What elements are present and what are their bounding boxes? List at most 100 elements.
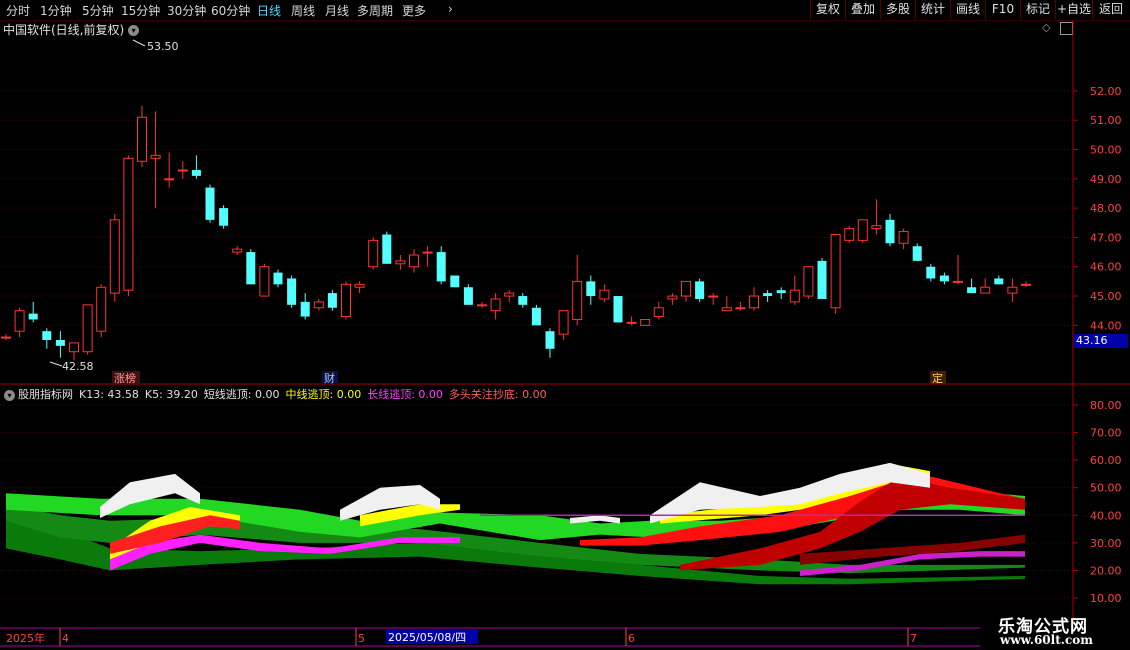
candle-body <box>640 318 651 326</box>
candle-body <box>749 295 759 309</box>
event-tag-1: 财 <box>324 371 335 385</box>
date-tick-label-2: 6 <box>628 632 635 645</box>
watermark-url: www.60lt.com <box>1000 633 1093 647</box>
candle-body <box>259 266 270 297</box>
candle-body <box>368 239 379 268</box>
indicator-tick-label: 10.00 <box>1090 592 1122 605</box>
candle-body <box>857 219 868 241</box>
indicator-tick-label: 80.00 <box>1090 399 1122 412</box>
price-tick-label: 46.00 <box>1090 261 1122 274</box>
candle-body <box>830 233 841 309</box>
price-tick-label: 49.00 <box>1090 173 1122 186</box>
candle-body <box>137 116 147 162</box>
ribbon-white-3 <box>570 515 620 524</box>
candle-body <box>980 286 991 294</box>
candle-body <box>613 296 623 323</box>
event-tag-2: 定 <box>932 371 943 385</box>
candle-body <box>545 331 555 349</box>
candle-body <box>721 307 732 312</box>
date-axis-year: 2025年 <box>6 631 45 645</box>
candle-body <box>300 301 310 317</box>
price-tick-label: 47.00 <box>1090 231 1122 244</box>
candle-body <box>109 219 120 294</box>
price-tick-label: 48.00 <box>1090 202 1122 215</box>
candle-body <box>55 340 65 346</box>
price-tick-label: 45.00 <box>1090 290 1122 303</box>
candle-body <box>531 307 541 326</box>
candle-body <box>232 248 243 253</box>
candle-body <box>436 252 446 282</box>
indicator-tick-label: 40.00 <box>1090 509 1122 522</box>
candle-body <box>939 275 949 282</box>
candle-body <box>653 307 664 318</box>
candle-body <box>191 170 201 176</box>
price-tick-label: 52.00 <box>1090 85 1122 98</box>
date-cursor-label: 2025/05/08/四 <box>388 631 466 644</box>
candle-body <box>82 304 93 353</box>
date-tick-label-1: 5 <box>358 632 365 645</box>
candle-body <box>898 231 909 244</box>
candle-body <box>871 225 882 230</box>
candle-body <box>1007 286 1018 294</box>
candle-body <box>287 278 297 305</box>
candle-body <box>205 187 215 220</box>
indicator-tick-label: 20.00 <box>1090 564 1122 577</box>
candle-body <box>246 252 256 285</box>
candle-body <box>382 234 392 264</box>
indicator-value-3: 中线逃顶: 0.00 <box>285 388 362 401</box>
indicator-tick-label: 30.00 <box>1090 537 1122 550</box>
indicator-value-1: K5: 39.20 <box>144 388 198 401</box>
candle-body <box>926 266 936 279</box>
event-tag-0: 涨榜 <box>114 371 136 385</box>
indicator-value-4: 长线逃顶: 0.00 <box>367 388 443 401</box>
candle-body <box>763 293 773 297</box>
candle-body <box>28 313 38 320</box>
indicator-chevron-icon[interactable]: ▾ <box>4 389 15 401</box>
candle-body <box>586 281 596 297</box>
candle-body <box>409 254 419 268</box>
current-price-label: 43.16 <box>1074 334 1128 348</box>
candle-body <box>313 301 324 309</box>
candle-body <box>341 283 351 318</box>
candle-body <box>994 278 1004 285</box>
candle-body <box>96 286 107 332</box>
candle-body <box>817 260 827 299</box>
candle-body <box>518 296 528 305</box>
indicator-value-0: K13: 43.58 <box>79 388 139 401</box>
chart-canvas: 52.00 51.00 50.00 49.00 48.00 47.00 46.00 45.00… <box>0 20 1130 647</box>
indicator-value-2: 短线逃顶: 0.00 <box>203 388 280 401</box>
candle-body <box>477 304 487 307</box>
candle-body <box>667 295 678 300</box>
candle-body <box>953 280 963 283</box>
indicator-legend: ▾ 股朋指标网 K13: 43.58 K5: 39.20 短线逃顶: 0.00 中线逃顶:… <box>4 386 553 402</box>
high-marker <box>132 39 146 47</box>
indicator-tick-label: 70.00 <box>1090 427 1122 440</box>
candle-body <box>803 266 814 297</box>
candle-body <box>776 290 786 294</box>
candle-body <box>42 331 52 340</box>
candle-body <box>164 178 175 181</box>
candle-body <box>354 283 365 288</box>
candle-body <box>885 219 895 244</box>
candle-body <box>14 310 25 332</box>
candle-body <box>490 298 501 312</box>
low-price-label: 42.58 <box>62 360 94 373</box>
candle-body <box>150 154 161 159</box>
candle-body <box>1021 283 1031 286</box>
candle-body <box>395 260 406 265</box>
candle-body <box>463 287 473 305</box>
candle-body <box>273 272 283 285</box>
candle-body <box>844 228 855 241</box>
low-marker <box>49 361 63 367</box>
candle-body <box>912 246 922 261</box>
price-tick-label: 50.00 <box>1090 144 1122 157</box>
price-tick-label: 51.00 <box>1090 114 1122 127</box>
candle-body <box>1 336 11 339</box>
candle-body <box>789 289 800 303</box>
candle-body <box>450 275 460 288</box>
candle-body <box>967 287 977 294</box>
candle-body <box>735 307 746 310</box>
date-tick-label-3: 7 <box>910 632 917 645</box>
candle-body <box>123 157 134 291</box>
high-price-label: 53.50 <box>147 40 179 53</box>
